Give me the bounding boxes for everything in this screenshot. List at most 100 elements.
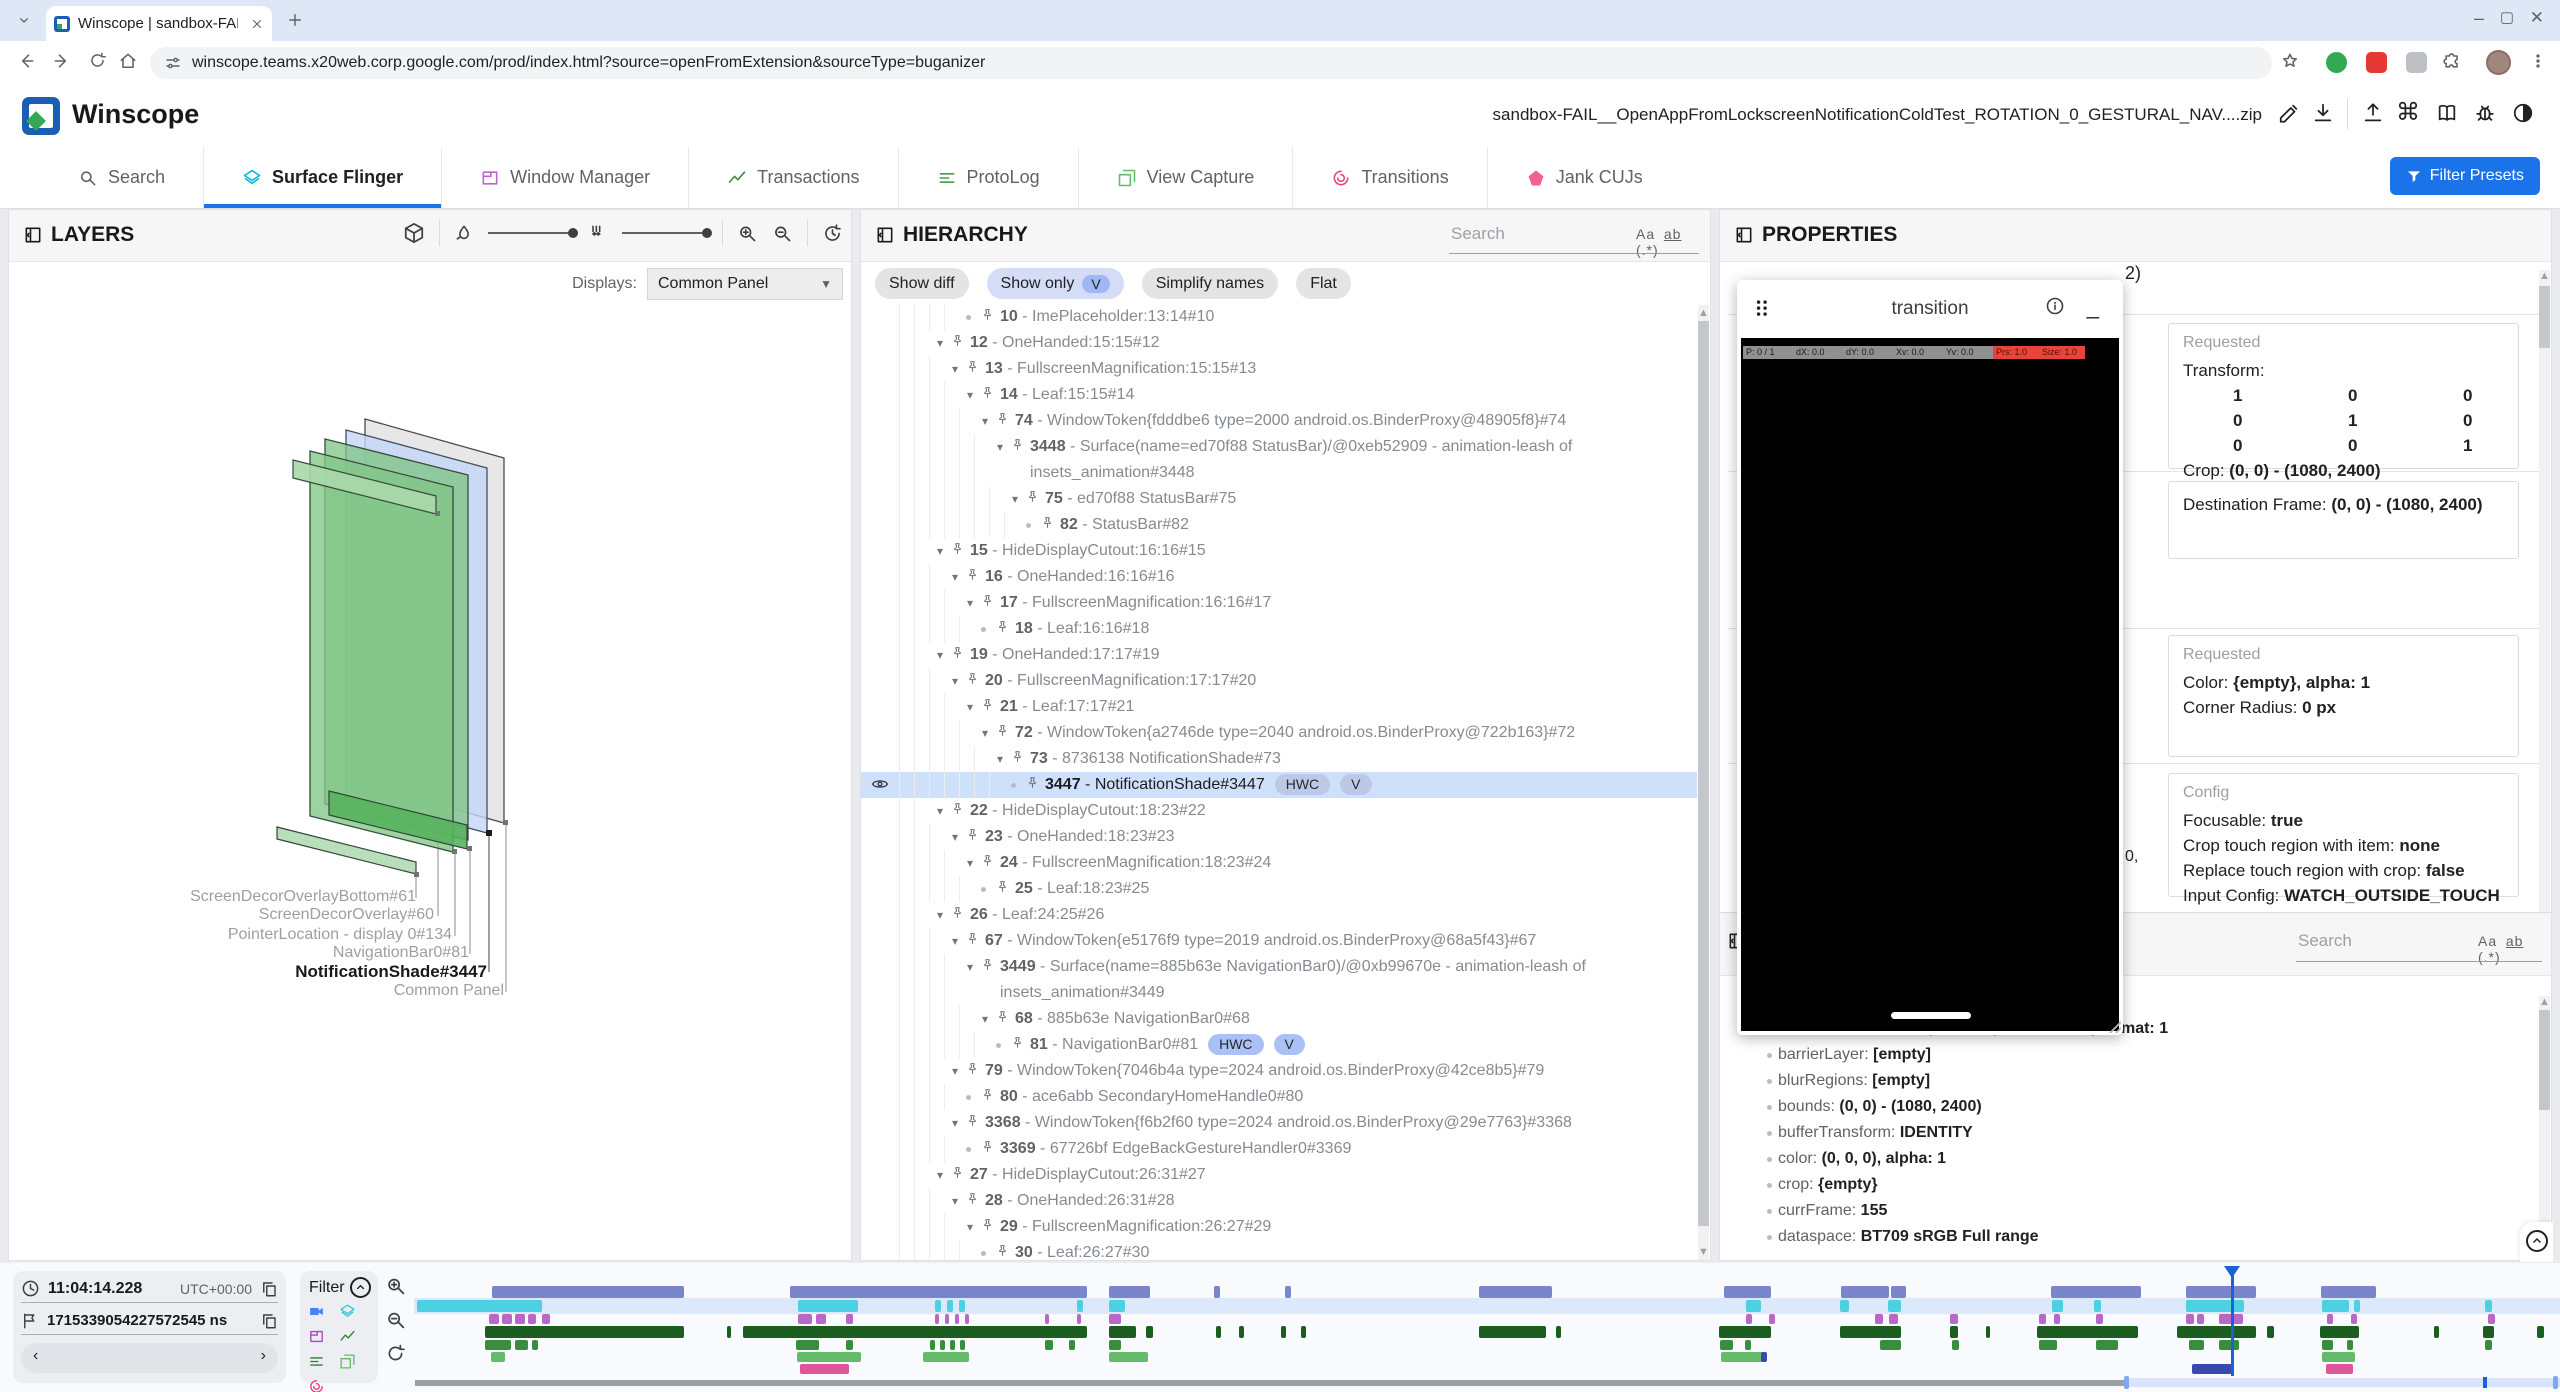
hierarchy-node[interactable]: ▾14 - Leaf:15:15#14 — [861, 382, 1697, 408]
timeline-event[interactable] — [2186, 1286, 2256, 1298]
timeline-event[interactable] — [492, 1286, 684, 1298]
curr-property-row[interactable]: bounds: (0, 0) - (1080, 2400) — [1720, 1094, 2546, 1120]
bookmark-star-icon[interactable] — [2280, 51, 2300, 71]
expand-arrow-icon[interactable]: ▾ — [1004, 486, 1026, 512]
pin-icon[interactable] — [981, 1218, 994, 1231]
hierarchy-node[interactable]: ▾3449 - Surface(name=885b63e NavigationB… — [861, 954, 1697, 1006]
hierarchy-node[interactable]: 81 - NavigationBar0#81HWCV — [861, 1032, 1697, 1058]
timeline-event[interactable] — [2354, 1300, 2360, 1312]
timeline-event[interactable] — [2186, 1300, 2244, 1312]
timeline-event[interactable] — [798, 1300, 858, 1312]
timeline-event[interactable] — [2322, 1340, 2333, 1350]
tab-protolog[interactable]: ProtoLog — [898, 147, 1078, 208]
pin-icon[interactable] — [966, 1114, 979, 1127]
timeline-event[interactable] — [846, 1314, 853, 1324]
hierarchy-node[interactable]: ▾73 - 8736138 NotificationShade#73 — [861, 746, 1697, 772]
timeline-event[interactable] — [2322, 1300, 2349, 1312]
timeline-event[interactable] — [1724, 1286, 1771, 1298]
timeline-event[interactable] — [947, 1300, 953, 1312]
layer-label[interactable]: PointerLocation - display 0#134 — [228, 926, 452, 944]
timeline-event[interactable] — [1841, 1286, 1889, 1298]
timeline-event[interactable] — [2434, 1326, 2439, 1338]
expand-arrow-icon[interactable]: ▾ — [944, 1058, 966, 1084]
hierarchy-node[interactable]: 10 - ImePlaceholder:13:14#10 — [861, 304, 1697, 330]
properties-search-input[interactable]: Search — [2298, 931, 2352, 951]
filter-tx-icon[interactable] — [339, 1328, 356, 1345]
pin-icon[interactable] — [951, 906, 964, 919]
layer-label[interactable]: NavigationBar0#81 — [333, 944, 469, 962]
timeline-event[interactable] — [1950, 1326, 1958, 1338]
timeline-event[interactable] — [1077, 1300, 1083, 1312]
timeline-event[interactable] — [1045, 1314, 1049, 1324]
timeline-event[interactable] — [2488, 1314, 2495, 1324]
hierarchy-node[interactable]: 18 - Leaf:16:16#18 — [861, 616, 1697, 642]
hierarchy-node[interactable]: ▾19 - OneHanded:17:17#19 — [861, 642, 1697, 668]
timeline-event[interactable] — [1479, 1286, 1552, 1298]
chip-simplify-names[interactable]: Simplify names — [1142, 268, 1278, 299]
chip-show-only[interactable]: Show onlyV — [987, 268, 1124, 299]
tab-jank-cujs[interactable]: Jank CUJs — [1487, 147, 1681, 208]
expand-arrow-icon[interactable]: ▾ — [929, 538, 951, 564]
curr-property-row[interactable]: bufferTransform: IDENTITY — [1720, 1120, 2546, 1146]
tab-surface-flinger[interactable]: Surface Flinger — [203, 147, 441, 208]
curr-property-row[interactable]: dataspace: BT709 sRGB Full range — [1720, 1224, 2546, 1250]
expand-arrow-icon[interactable]: ▾ — [959, 590, 981, 616]
curr-property-row[interactable]: color: (0, 0, 0), alpha: 1 — [1720, 1146, 2546, 1172]
timeline-event[interactable] — [1479, 1326, 1546, 1338]
tab-search-chevron-icon[interactable] — [16, 12, 32, 28]
extension-red-icon[interactable] — [2366, 52, 2387, 73]
minimize-icon[interactable]: _ — [2087, 294, 2099, 320]
timeline-event[interactable] — [923, 1352, 969, 1362]
timeline-event[interactable] — [417, 1300, 542, 1312]
timeline-event[interactable] — [1301, 1326, 1306, 1338]
timeline-event[interactable] — [2197, 1314, 2204, 1324]
hierarchy-node[interactable]: ▾26 - Leaf:24:25#26 — [861, 902, 1697, 928]
expand-arrow-icon[interactable]: ▾ — [944, 824, 966, 850]
pin-icon[interactable] — [951, 334, 964, 347]
timeline-event[interactable] — [965, 1314, 969, 1324]
layer-label[interactable]: ScreenDecorOverlay#60 — [259, 906, 434, 924]
pin-icon[interactable] — [981, 958, 994, 971]
reload-icon[interactable] — [88, 51, 107, 70]
timeline-event[interactable] — [1880, 1340, 1901, 1350]
timeline-event[interactable] — [2485, 1300, 2492, 1312]
timeline-cursor-marker[interactable] — [2224, 1266, 2240, 1278]
timeline-event[interactable] — [1745, 1340, 1751, 1350]
pin-icon[interactable] — [981, 308, 994, 321]
timeline-event[interactable] — [1214, 1286, 1220, 1298]
hierarchy-node[interactable]: ▾15 - HideDisplayCutout:16:16#15 — [861, 538, 1697, 564]
pin-icon[interactable] — [996, 620, 1009, 633]
pin-icon[interactable] — [951, 1166, 964, 1179]
expand-arrow-icon[interactable]: ▾ — [929, 798, 951, 824]
expand-arrow-icon[interactable]: ▾ — [929, 330, 951, 356]
new-tab-icon[interactable] — [286, 11, 304, 29]
minimap-track[interactable] — [415, 1380, 2124, 1386]
timeline-event[interactable] — [2094, 1300, 2101, 1312]
hierarchy-node[interactable]: 25 - Leaf:18:23#25 — [861, 876, 1697, 902]
minimap-selection[interactable] — [2124, 1378, 2560, 1387]
timeline-event[interactable] — [800, 1364, 849, 1374]
panel-collapse-icon[interactable] — [1734, 225, 1754, 245]
timeline-event[interactable] — [2326, 1364, 2353, 1374]
curr-property-row[interactable]: barrierLayer: [empty] — [1720, 1042, 2546, 1068]
rotation-slider[interactable] — [488, 232, 574, 234]
expand-arrow-icon[interactable]: ▾ — [959, 1214, 981, 1240]
timeline-event[interactable] — [2054, 1314, 2060, 1324]
timeline-event[interactable] — [1285, 1286, 1291, 1298]
hierarchy-node[interactable]: ▾68 - 885b63e NavigationBar0#68 — [861, 1006, 1697, 1032]
timeline-tracks[interactable] — [414, 1266, 2560, 1392]
timeline-event[interactable] — [2351, 1314, 2357, 1324]
timeline-event[interactable] — [1281, 1326, 1286, 1338]
hierarchy-node[interactable]: 3369 - 67726bf EdgeBackGestureHandler0#3… — [861, 1136, 1697, 1162]
panel-collapse-icon[interactable] — [875, 225, 895, 245]
expand-arrow-icon[interactable]: ▾ — [929, 902, 951, 928]
timeline-event[interactable] — [528, 1314, 536, 1324]
layer-label[interactable]: ScreenDecorOverlayBottom#61 — [190, 888, 416, 906]
timeline-event[interactable] — [935, 1314, 939, 1324]
timeline-event[interactable] — [1746, 1314, 1752, 1324]
browser-tab[interactable]: Winscope | sandbox-FAIL — [46, 6, 272, 41]
filter-collapse-icon[interactable] — [350, 1277, 371, 1298]
hierarchy-node[interactable]: ▾74 - WindowToken{fdddbe6 type=2000 andr… — [861, 408, 1697, 434]
expand-arrow-icon[interactable]: ▾ — [974, 720, 996, 746]
timeline-event[interactable] — [1891, 1286, 1906, 1298]
